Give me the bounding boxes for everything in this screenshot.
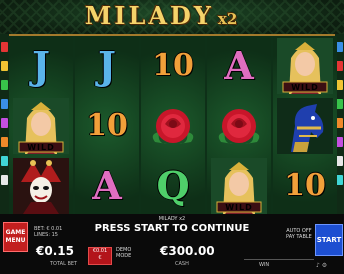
reel-5: WILD 10 [273,36,337,216]
slot-game: MILADY x2 J WILD J 10 A 10 Q A WILD WILD… [0,0,344,274]
line-marker [1,156,8,166]
line-marker [336,175,343,185]
bet-info: BET: € 0.01 LINES: 15 [34,226,62,238]
line-marker [336,61,343,71]
symbol-wild-lady: WILD [209,158,269,214]
horse-icon [277,98,333,154]
reel-area: J WILD J 10 A 10 Q A WILD WILD 10 [9,34,337,218]
line-marker [1,42,8,52]
auto-paytable-controls[interactable]: AUTO OFF PAY TABLE [286,228,312,240]
line-marker [1,175,8,185]
symbol-j: J [11,38,71,94]
total-bet-label: TOTAL BET [50,261,78,267]
jester-icon [13,158,69,214]
symbol-10: 10 [275,158,335,214]
wild-label: WILD [225,203,253,212]
symbol-a: A [209,38,269,94]
sound-settings-icons[interactable]: ♪ ⚙ [316,262,327,269]
line-marker [336,156,343,166]
symbol-10-letter: 10 [284,168,326,203]
win-divider [244,259,314,260]
lady-portrait-icon: WILD [211,158,267,214]
title-multiplier: x2 [217,10,238,28]
symbol-jester-queen [11,158,71,214]
line-marker [336,80,343,90]
symbol-10: 10 [77,98,137,154]
mode-line-2: MODE [116,253,132,259]
line-marker [336,137,343,147]
line-marker [336,42,343,52]
line-marker [336,118,343,128]
game-menu-button[interactable]: GAME MENU [3,222,28,252]
rose-icon [152,109,194,144]
pay-table-button[interactable]: PAY TABLE [286,234,312,240]
bet-select-currency: € [98,255,102,261]
wild-label: WILD [27,143,55,152]
wild-label: WILD [291,83,319,92]
demo-mode-label: DEMO MODE [116,247,131,259]
line-marker [1,137,8,147]
symbol-rose [143,98,203,154]
symbol-wild-lady: WILD [11,98,71,154]
settings-icon[interactable]: ⚙ [322,262,327,269]
lady-portrait-icon: WILD [13,98,69,154]
reel-4: A WILD [207,36,271,216]
game-title: MILADY x2 [56,2,266,30]
game-menu-label-1: GAME [5,229,26,236]
line-marker [1,118,8,128]
symbol-j: J [77,38,137,94]
symbol-wild-lady: WILD [275,38,335,94]
cash-label: CASH [175,261,189,267]
left-line-markers [0,40,9,205]
symbol-j-letter: J [98,43,116,88]
symbol-10-letter: 10 [152,48,194,83]
win-label: WIN [259,262,270,268]
line-marker [1,61,8,71]
lines-count: LINES: 15 [34,232,58,238]
reel-2: J 10 A [75,36,139,216]
line-marker [1,80,8,90]
game-menu-label-2: MENU [5,237,26,244]
symbol-a-letter: A [92,163,122,208]
symbol-j-letter: J [32,43,50,88]
symbol-10: 10 [143,38,203,94]
lady-portrait-icon: WILD [277,38,333,94]
rose-icon [218,109,260,144]
symbol-10-letter: 10 [86,108,128,143]
reel-3: 10 Q [141,36,205,216]
bet-select-value: €0.01 [92,248,108,254]
start-button[interactable]: START [315,224,343,256]
game-header: MILADY x2 [0,0,344,34]
sound-icon[interactable]: ♪ [316,262,320,269]
symbol-rose [209,98,269,154]
total-bet-value: €0.15 [36,244,74,258]
bet-select-button[interactable]: €0.01 € [88,247,112,265]
line-marker [1,99,8,109]
line-marker [336,99,343,109]
symbol-a: A [77,158,137,214]
symbol-horse [275,98,335,154]
symbol-q: Q [143,158,203,214]
symbol-a-letter: A [224,43,254,88]
cash-value: €300.00 [160,244,215,258]
title-text: MILADY [84,1,214,30]
symbol-q-letter: Q [156,163,190,208]
reel-1: J WILD [9,36,73,216]
status-message: PRESS START TO CONTINUE [94,223,250,234]
